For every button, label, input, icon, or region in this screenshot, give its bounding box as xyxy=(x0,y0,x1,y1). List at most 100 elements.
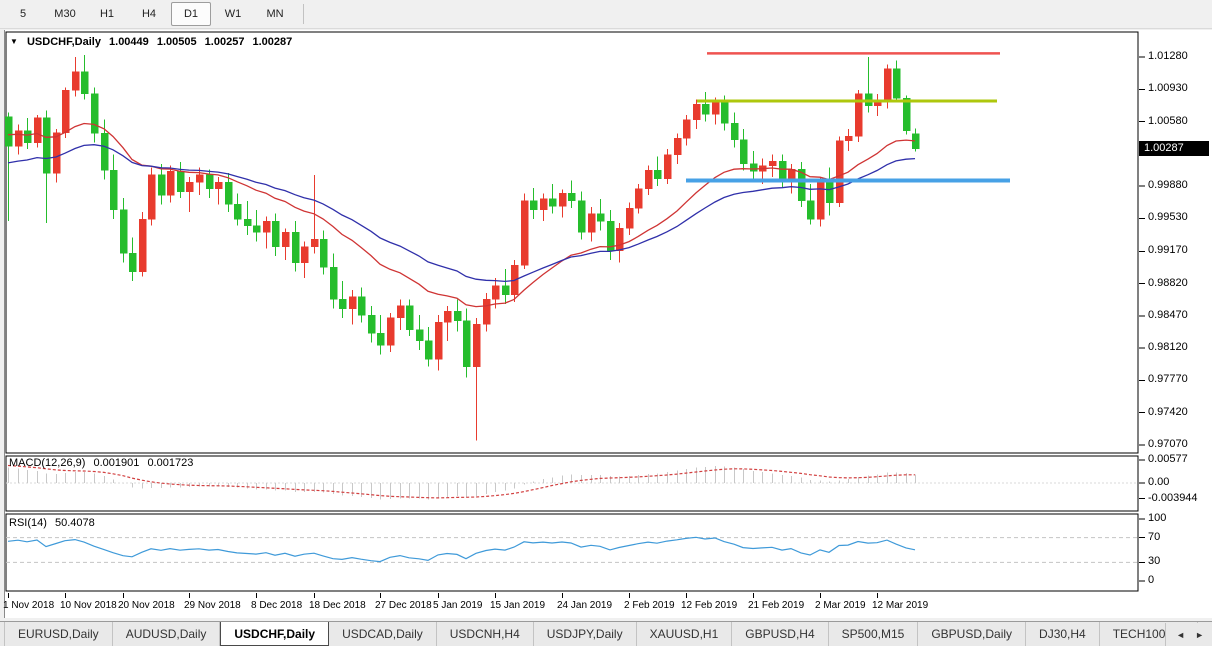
candle-body xyxy=(416,330,423,341)
candle-body xyxy=(15,131,22,147)
candle-body xyxy=(740,140,747,164)
ohlc-high: 1.00505 xyxy=(157,36,197,48)
candle-body xyxy=(196,175,203,182)
candle-body xyxy=(225,182,232,204)
candle-body xyxy=(779,161,786,180)
date-label: 2 Mar 2019 xyxy=(815,600,866,611)
rsi-name: RSI(14) xyxy=(9,517,47,529)
macd-signal-value: 0.001723 xyxy=(147,457,193,469)
candle-body xyxy=(158,175,165,195)
chart-tab-usdchf-daily[interactable]: USDCHF,Daily xyxy=(220,621,329,646)
candle-body xyxy=(377,333,384,345)
rsi-pane[interactable] xyxy=(6,514,1138,591)
candle-body xyxy=(626,208,633,228)
candle-body xyxy=(693,104,700,120)
candle-body xyxy=(120,210,127,253)
candle-body xyxy=(397,306,404,318)
chart-tab-usdjpy-daily[interactable]: USDJPY,Daily xyxy=(534,622,637,646)
macd-axis-label: 0.00 xyxy=(1148,476,1169,488)
candle-body xyxy=(664,155,671,179)
chart-tab-gbpusd-h4[interactable]: GBPUSD,H4 xyxy=(732,622,828,646)
candle-body xyxy=(454,311,461,320)
chart-tab-sp500-m15[interactable]: SP500,M15 xyxy=(829,622,919,646)
candle-body xyxy=(435,322,442,359)
candle-body xyxy=(702,104,709,114)
candle-body xyxy=(492,286,499,300)
candle-body xyxy=(521,201,528,266)
candle-body xyxy=(101,133,108,170)
date-label: 8 Dec 2018 xyxy=(251,600,302,611)
date-label: 24 Jan 2019 xyxy=(557,600,612,611)
candle-body xyxy=(177,171,184,191)
candle-body xyxy=(540,199,547,210)
candle-body xyxy=(483,299,490,324)
candle-body xyxy=(24,131,31,143)
candle-body xyxy=(721,102,728,123)
macd-axis-label: -0.003944 xyxy=(1148,492,1198,504)
chart-tab-eurusd-daily[interactable]: EURUSD,Daily xyxy=(4,622,113,646)
rsi-label: RSI(14) 50.4078 xyxy=(9,517,95,529)
candle-body xyxy=(616,228,623,250)
candle-body xyxy=(597,214,604,221)
candle-body xyxy=(826,182,833,202)
candle-body xyxy=(234,204,241,219)
candle-body xyxy=(91,94,98,134)
date-label: 1 Nov 2018 xyxy=(3,600,54,611)
macd-axis-label: 0.00577 xyxy=(1148,453,1188,465)
candle-body xyxy=(530,201,537,210)
candle-body xyxy=(330,267,337,299)
price-axis-label: 1.00930 xyxy=(1148,82,1188,94)
price-axis-label: 0.99170 xyxy=(1148,244,1188,256)
mt4-window: 5M30H1H4D1W1MN ▼ USDCHF,Daily 1.00449 1.… xyxy=(0,0,1212,646)
price-axis-label: 0.98470 xyxy=(1148,309,1188,321)
candle-body xyxy=(578,201,585,232)
candle-body xyxy=(463,321,470,367)
tab-scroll-left-icon[interactable]: ◄ xyxy=(1176,630,1185,640)
ohlc-low: 1.00257 xyxy=(205,36,245,48)
candle-body xyxy=(674,138,681,155)
ohlc-open: 1.00449 xyxy=(109,36,149,48)
candle-body xyxy=(568,193,575,200)
candle-body xyxy=(683,120,690,138)
rsi-value: 50.4078 xyxy=(55,517,95,529)
candle-body xyxy=(750,164,757,171)
candle-body xyxy=(215,182,222,188)
tab-scroll-controls: ◄ ► xyxy=(1165,623,1212,646)
candle-body xyxy=(320,239,327,267)
candle-body xyxy=(206,175,213,189)
macd-main-value: 0.001901 xyxy=(93,457,139,469)
ohlc-close: 1.00287 xyxy=(253,36,293,48)
candle-body xyxy=(654,170,661,178)
candle-body xyxy=(186,182,193,191)
price-axis-label: 0.99530 xyxy=(1148,211,1188,223)
candle-body xyxy=(387,318,394,346)
candle-body xyxy=(148,175,155,219)
rsi-axis-label: 100 xyxy=(1148,512,1166,524)
chart-tab-audusd-daily[interactable]: AUDUSD,Daily xyxy=(113,622,221,646)
chart-dropdown-arrow-icon[interactable]: ▼ xyxy=(10,37,18,46)
price-pane[interactable] xyxy=(6,32,1138,453)
chart-tab-usdcnh-h4[interactable]: USDCNH,H4 xyxy=(437,622,534,646)
price-axis-label: 1.00580 xyxy=(1148,115,1188,127)
price-axis-label: 0.98820 xyxy=(1148,277,1188,289)
candle-body xyxy=(425,341,432,359)
candle-body xyxy=(845,136,852,141)
chart-tab-bar: EURUSD,DailyAUDUSD,DailyUSDCHF,DailyUSDC… xyxy=(0,621,1212,646)
candle-body xyxy=(406,306,413,330)
chart-tab-xauusd-h1[interactable]: XAUUSD,H1 xyxy=(637,622,733,646)
tab-scroll-right-icon[interactable]: ► xyxy=(1195,630,1204,640)
chart-tab-dj30-h4[interactable]: DJ30,H4 xyxy=(1026,622,1100,646)
candle-body xyxy=(731,123,738,140)
chart-tab-gbpusd-daily[interactable]: GBPUSD,Daily xyxy=(918,622,1026,646)
price-axis-label: 1.01280 xyxy=(1148,50,1188,62)
date-label: 10 Nov 2018 xyxy=(60,600,117,611)
date-label: 12 Mar 2019 xyxy=(872,600,928,611)
chart-title: ▼ USDCHF,Daily 1.00449 1.00505 1.00257 1… xyxy=(10,36,292,48)
chart-canvas[interactable] xyxy=(0,0,1212,646)
chart-tab-usdcad-daily[interactable]: USDCAD,Daily xyxy=(329,622,437,646)
candle-body xyxy=(645,170,652,188)
candle-body xyxy=(358,297,365,315)
date-label: 20 Nov 2018 xyxy=(118,600,175,611)
candle-body xyxy=(139,219,146,272)
candle-body xyxy=(244,219,251,225)
